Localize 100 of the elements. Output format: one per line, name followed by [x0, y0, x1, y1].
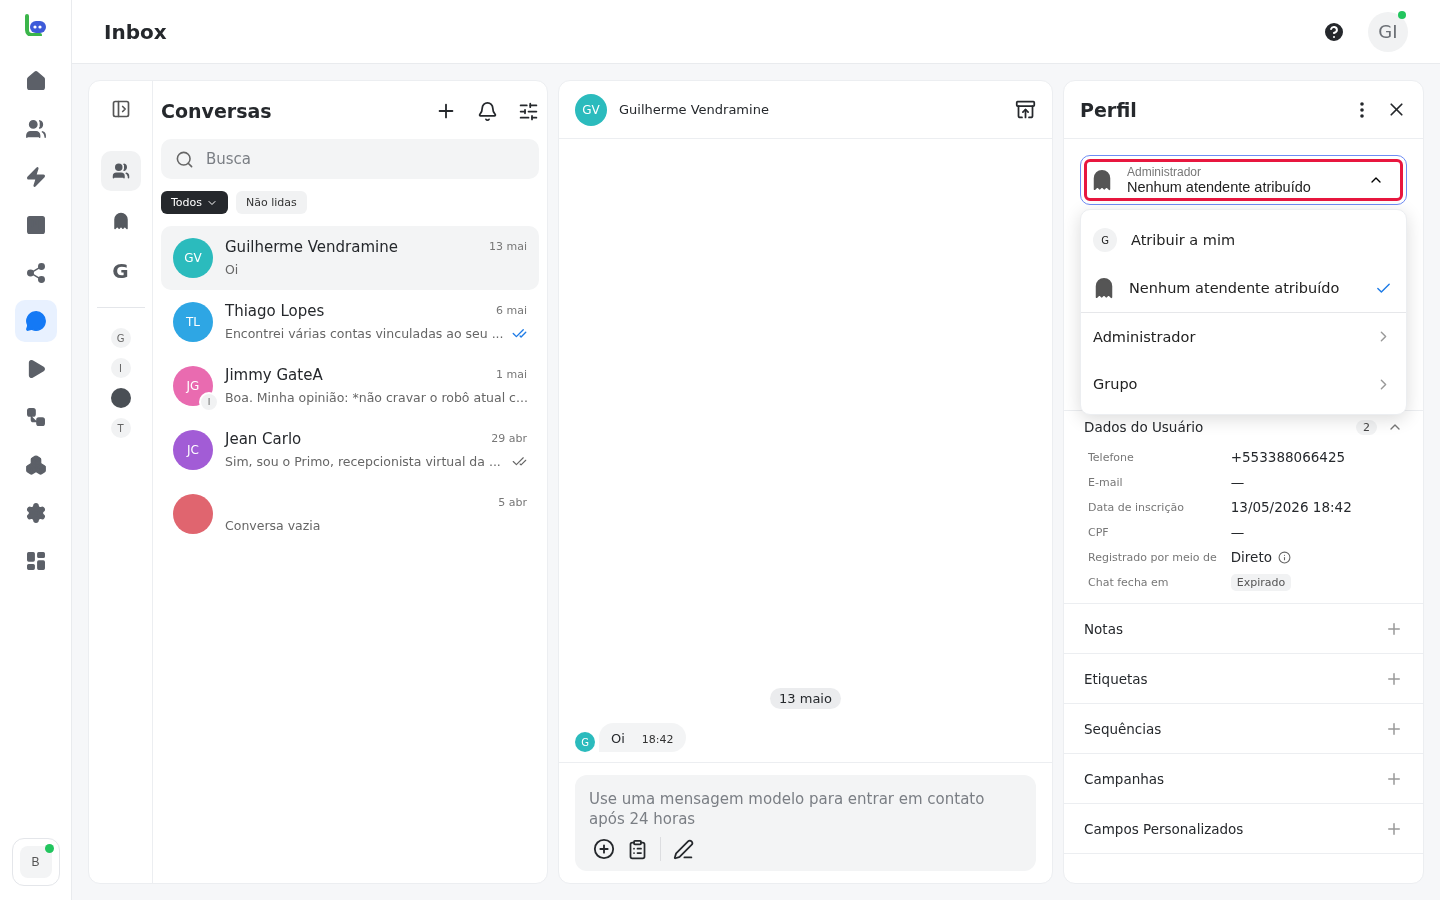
contact-avatar: GV — [575, 93, 607, 126]
user-avatar: G — [1093, 228, 1117, 252]
search-icon — [175, 149, 194, 169]
message-preview: Boa. Minha opinião: *não cravar o robô atual c... — [225, 390, 528, 405]
conversation-item[interactable]: JG I Jimmy GateA 1 mai Boa. Minha opinião: *não cravar o robô atual c... — [161, 354, 539, 418]
message-preview: Encontrei várias contas vinculadas ao seu ... — [225, 326, 504, 341]
conversation-date: 1 mai — [496, 368, 527, 381]
contact-name: Thiago Lopes — [225, 301, 325, 320]
ghost-icon — [1091, 169, 1113, 191]
section-title: Dados do Usuário — [1084, 419, 1205, 435]
conversation-item[interactable]: GV Guilherme Vendramine 13 mai Oi — [161, 226, 539, 290]
date-divider: 13 maio — [770, 688, 841, 709]
message-text: Oi — [611, 731, 625, 746]
contact-avatar: GV — [173, 238, 213, 278]
message-preview: Sim, sou o Primo, recepcionista virtual da ... — [225, 454, 501, 469]
bell-icon — [477, 100, 498, 122]
logo-icon — [23, 14, 48, 36]
agent-avatar[interactable]: I — [110, 358, 131, 378]
agent-avatar[interactable]: T — [110, 418, 131, 438]
more-icon — [1360, 101, 1364, 118]
field-label: Telefone — [1088, 450, 1135, 464]
field-value: 13/05/2026 18:42 — [1230, 499, 1352, 515]
user-avatar[interactable]: GI — [1368, 11, 1408, 52]
conversation-item[interactable]: JC Jean Carlo 29 abr Sim, sou o Primo, recepcionista virtual da ... — [161, 418, 539, 482]
field-label: Chat fecha em — [1088, 576, 1170, 589]
pen-icon — [673, 838, 694, 860]
ghost-icon — [1093, 277, 1115, 299]
archive-icon — [1015, 99, 1036, 120]
message-time: 18:42 — [641, 733, 674, 746]
template-button[interactable] — [627, 838, 648, 860]
agent-badge: I — [199, 392, 219, 412]
menu-item[interactable]: G Atribuir a mim — [1081, 216, 1406, 264]
sender-avatar: G — [575, 732, 595, 752]
users-icon — [111, 162, 130, 180]
workspace-initial: B — [19, 846, 52, 878]
sliders-icon — [518, 100, 539, 122]
nodes-icon — [24, 262, 47, 284]
clipboard-icon — [627, 838, 648, 860]
conversation-item[interactable]: TL Thiago Lopes 6 mai Encontrei várias contas vinculadas ao seu ... — [161, 290, 539, 354]
panel-title: Perfil — [1080, 98, 1138, 121]
avatar-placeholder[interactable] — [110, 388, 131, 408]
filter-chip[interactable]: Todos — [161, 191, 229, 214]
field-label: Data de inscrição — [1088, 500, 1185, 514]
contact-avatar: JC — [173, 430, 213, 470]
nav-button[interactable] — [14, 300, 57, 342]
dashboard-icon — [24, 550, 47, 572]
field-label: E-mail — [1088, 475, 1124, 489]
filter-chip[interactable]: Não lidas — [236, 191, 307, 214]
menu-item[interactable]: Grupo — [1081, 360, 1406, 408]
contact-name: Jimmy GateA — [225, 365, 323, 384]
field-value: Direto — [1230, 549, 1272, 565]
ghost-icon — [111, 212, 130, 230]
workspace-button[interactable]: B — [11, 838, 60, 886]
field-value: — — [1230, 474, 1245, 490]
select-value: Nenhum atendente atribuído — [1127, 179, 1312, 195]
select-label: Administrador — [1127, 165, 1203, 179]
menu-item[interactable]: Nenhum atendente atribuído — [1081, 264, 1406, 312]
menu-item[interactable]: Administrador — [1081, 312, 1406, 360]
field-value: — — [1230, 524, 1245, 540]
field-value: +553388066425 — [1230, 449, 1346, 465]
edit-button[interactable] — [673, 838, 694, 860]
notifications-button[interactable] — [477, 100, 498, 122]
inbox-filter-button[interactable]: G — [100, 251, 141, 291]
plus-circle-icon — [593, 838, 615, 860]
chat-bubble-icon — [24, 310, 47, 332]
panel-title: Conversas — [161, 100, 273, 122]
assignee-select[interactable]: Administrador Nenhum atendente atribuído — [1080, 155, 1407, 205]
message-preview: Conversa vazia — [225, 518, 321, 533]
conversation-date: 6 mai — [496, 304, 527, 317]
inbox-filter-button[interactable] — [100, 151, 141, 191]
agent-avatar[interactable]: G — [110, 328, 131, 348]
workflow-icon — [24, 406, 47, 428]
filter-button[interactable] — [518, 100, 539, 122]
message-preview: Oi — [225, 262, 239, 277]
attach-button[interactable] — [593, 838, 615, 860]
search-field[interactable]: Busca — [161, 139, 539, 179]
message-field[interactable]: Use uma mensagem modelo para entrar em contato após 24 horas — [575, 775, 1036, 871]
contact-name: Guilherme Vendramine — [619, 102, 770, 117]
conversation-date: 5 abr — [498, 496, 527, 509]
cluster-icon — [24, 454, 47, 476]
contact-name: Jean Carlo — [225, 429, 302, 448]
contact-avatar: TL — [173, 302, 213, 342]
bolt-icon — [24, 166, 47, 188]
archive-button[interactable] — [1015, 99, 1036, 120]
count-badge: 2 — [1356, 419, 1377, 435]
conversation-date: 29 abr — [491, 432, 527, 445]
users-icon — [24, 118, 47, 140]
contact-name: Guilherme Vendramine — [225, 237, 398, 256]
search-input[interactable]: Busca — [204, 149, 525, 169]
message-input[interactable]: Use uma mensagem modelo para entrar em contato após 24 horas — [587, 787, 1024, 829]
conversation-date: 13 mai — [489, 240, 527, 253]
sidebar-icon — [110, 99, 131, 119]
home-icon — [24, 70, 47, 92]
status-tag: Expirado — [1230, 574, 1292, 591]
field-label: Registrado por meio de — [1088, 550, 1217, 564]
info-icon — [1278, 550, 1291, 564]
page-title: Inbox — [104, 19, 168, 44]
more-button[interactable] — [1360, 101, 1364, 118]
conversation-item[interactable]: 5 abr Conversa vazia — [161, 482, 539, 546]
field-label: CPF — [1088, 525, 1110, 539]
